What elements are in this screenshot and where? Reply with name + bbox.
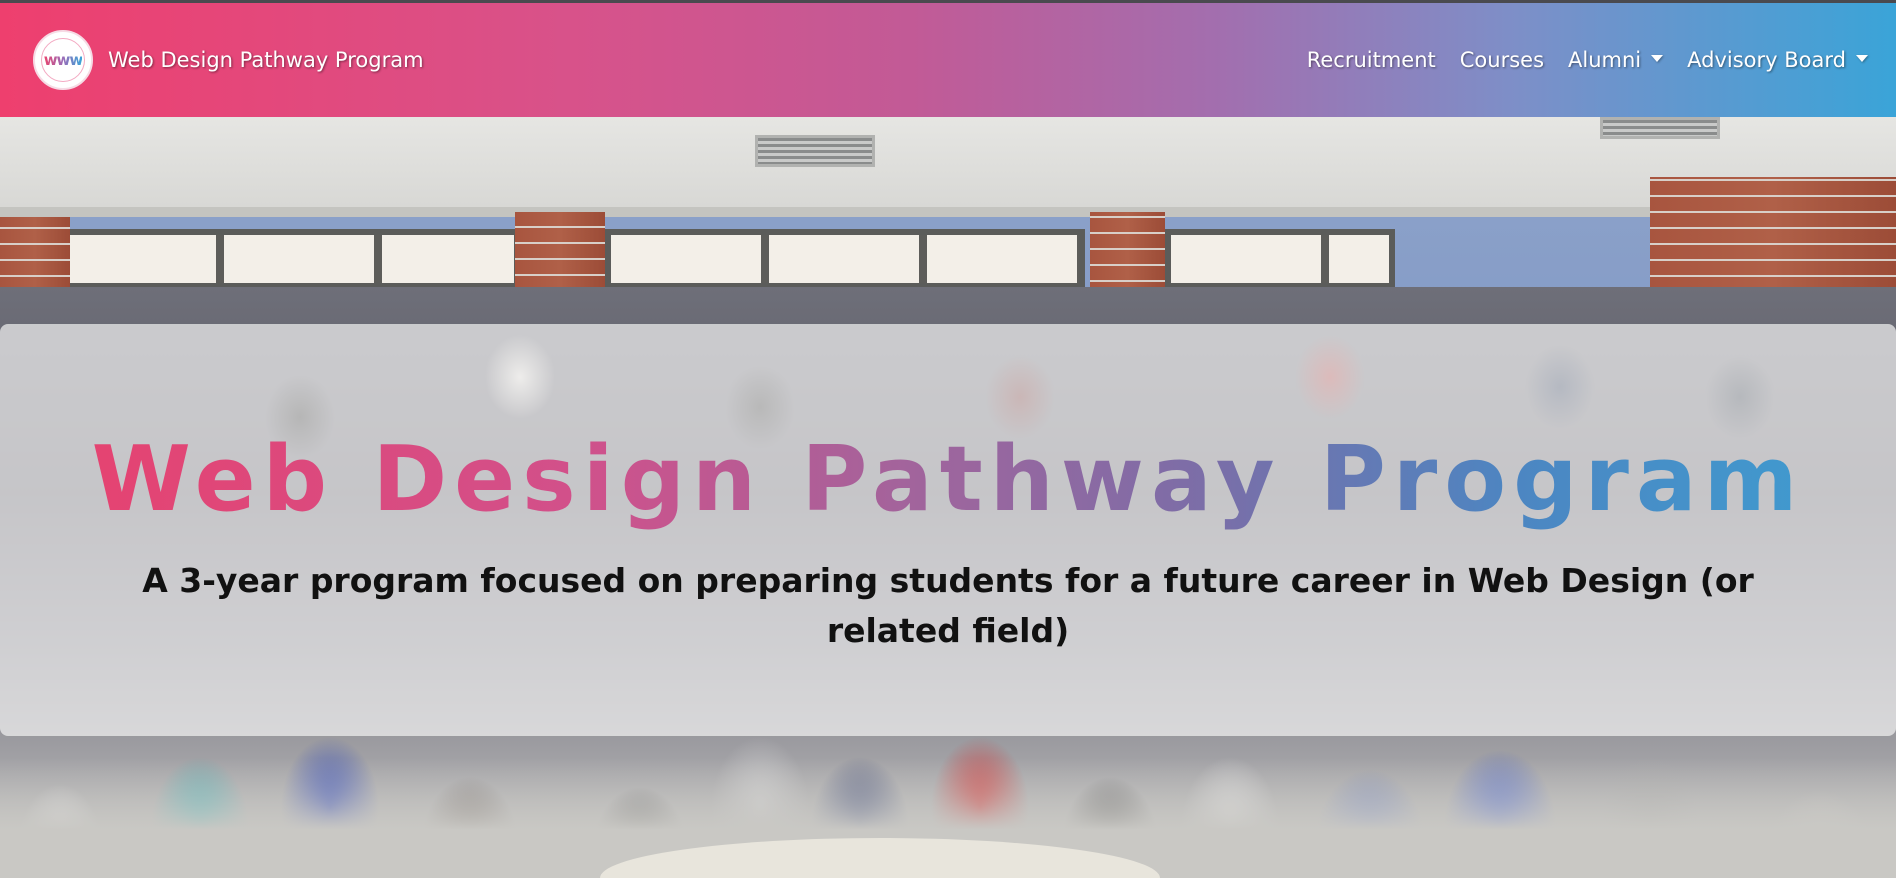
caret-down-icon bbox=[1856, 54, 1868, 62]
nav-dropdown-alumni[interactable]: Alumni bbox=[1568, 48, 1664, 72]
program-logo-icon: www bbox=[33, 30, 93, 90]
brand-home-link[interactable]: www Web Design Pathway Program bbox=[33, 30, 424, 90]
nav-link-label: Recruitment bbox=[1306, 48, 1436, 72]
photo-window bbox=[605, 229, 1085, 289]
brand-name: Web Design Pathway Program bbox=[108, 48, 424, 72]
nav-link-recruitment[interactable]: Recruitment bbox=[1307, 48, 1436, 72]
caret-down-icon bbox=[1651, 54, 1664, 62]
nav-dropdown-advisory-board[interactable]: Advisory Board bbox=[1687, 48, 1868, 72]
photo-window bbox=[60, 229, 520, 289]
nav-links: Recruitment Courses Alumni Advisory Boar… bbox=[1283, 48, 1868, 72]
hero-title: Web Design Pathway Program bbox=[0, 430, 1896, 530]
hero-subtitle: A 3-year program focused on preparing st… bbox=[142, 561, 1754, 650]
top-navbar: www Web Design Pathway Program Recruitme… bbox=[0, 0, 1896, 117]
nav-link-label: Alumni bbox=[1568, 48, 1642, 72]
photo-ceiling-vent bbox=[755, 135, 875, 167]
photo-ceiling-vent bbox=[1600, 117, 1720, 139]
nav-link-courses[interactable]: Courses bbox=[1460, 48, 1544, 72]
nav-link-label: Courses bbox=[1459, 48, 1545, 72]
logo-ring bbox=[41, 38, 85, 82]
photo-window bbox=[1165, 229, 1395, 289]
nav-link-label: Advisory Board bbox=[1687, 48, 1846, 72]
